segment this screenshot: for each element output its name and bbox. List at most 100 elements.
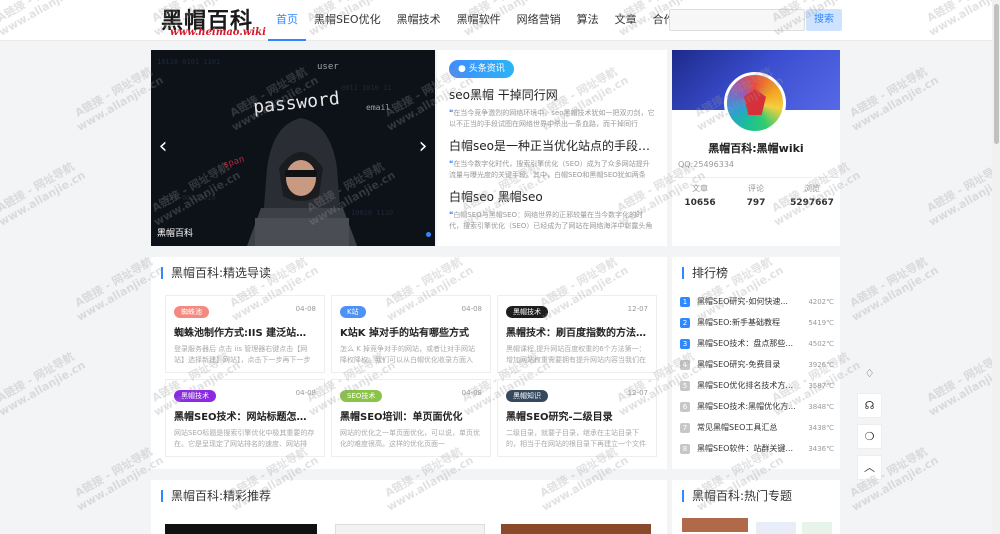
nav-item-tech[interactable]: 黑帽技术 xyxy=(389,0,449,41)
avatar[interactable] xyxy=(724,72,786,134)
svg-text:1101 0011 010: 1101 0011 010 xyxy=(161,194,216,202)
ranking-title: 排行榜 xyxy=(682,267,728,279)
svg-text:10110 0101 1101: 10110 0101 1101 xyxy=(157,58,220,66)
card-tag[interactable]: 蜘蛛池 xyxy=(174,306,209,318)
scrollbar-thumb[interactable] xyxy=(994,4,999,144)
divider xyxy=(672,177,840,178)
page-scrollbar[interactable] xyxy=(992,0,1000,534)
slider-word-email: email xyxy=(366,103,390,112)
rank-title[interactable]: 黑帽SEO技术:黑帽优化方... xyxy=(697,400,800,414)
card-title[interactable]: 黑帽SEO培训：单页面优化 xyxy=(340,408,482,423)
headline-badge-label: 头条资讯 xyxy=(468,64,505,74)
rank-title[interactable]: 黑帽SEO技术：盘点那些... xyxy=(697,337,800,351)
rank-title[interactable]: 黑帽SEO研究-如何快速... xyxy=(697,295,800,309)
ranking-item[interactable]: 7 常见黑帽SEO工具汇总 3438℃ xyxy=(680,421,836,435)
recommend-section: 黑帽百科:精彩推荐 xyxy=(151,480,667,534)
card-desc: 登录服务器后 点击 iis 管理器右键点击【网站】选择新建】网站】，点击下一步再… xyxy=(174,345,311,364)
nav-item-seo[interactable]: 黑帽SEO优化 xyxy=(306,0,389,41)
rank-number: 2 xyxy=(680,318,690,328)
watermark-line: www.allanjie.cn xyxy=(926,358,992,419)
rank-title[interactable]: 黑帽SEO:新手基础教程 xyxy=(697,316,800,330)
lightbulb-icon[interactable]: ♢ xyxy=(857,362,882,387)
headline-desc: ❝白帽SEO与黑帽SEO：网络世界的正邪较量在当今数字化的时代，搜索引擎优化（S… xyxy=(449,209,655,231)
featured-card[interactable]: 黑帽技术 04-08 黑帽SEO技术：网站标题怎么... 网站SEO标题是搜索引… xyxy=(165,379,325,457)
headset-icon[interactable]: ☊ xyxy=(857,393,882,418)
nav-item-algorithm[interactable]: 算法 xyxy=(569,0,607,41)
featured-card[interactable]: K站 04-08 K站K 掉对手的站有哪些方式 怎么 K 掉竞争对手的网站，或者… xyxy=(331,295,491,373)
ranking-item[interactable]: 3 黑帽SEO技术：盘点那些... 4502℃ xyxy=(680,337,836,351)
featured-card[interactable]: 黑帽技术 12-07 黑帽技术：刷百度指数的方法提... 黑帽课程,提升网站百度… xyxy=(497,295,657,373)
card-tag[interactable]: 黑帽技术 xyxy=(174,390,216,402)
headline-desc-text: 在当今竞争激烈的网络环境中，seo黑帽技术犹如一把双刃剑，它以不正当的手段试图在… xyxy=(449,109,655,128)
site-header: 黑帽百科 www.heimao.wiki 首页 黑帽SEO优化 黑帽技术 黑帽软… xyxy=(0,0,992,41)
slider-prev-button[interactable]: ‹ xyxy=(154,133,172,163)
headline-title[interactable]: 白帽seo 黑帽seo xyxy=(449,188,655,205)
headline-title[interactable]: seo黑帽 干掉同行网 xyxy=(449,86,655,103)
rank-title[interactable]: 黑帽SEO优化排名技术方... xyxy=(697,379,800,393)
featured-card[interactable]: 蜘蛛池 04-08 蜘蛛池制作方式:IIS 建泛站群编... 登录服务器后 点击… xyxy=(165,295,325,373)
featured-card[interactable]: 黑帽知识 12-07 黑帽SEO研究-二级目录 二级目录，就要子目录，继承在主站… xyxy=(497,379,657,457)
rank-title[interactable]: 黑帽SEO软件：站群关键... xyxy=(697,442,800,456)
rank-title[interactable]: 黑帽SEO研究-免费目录 xyxy=(697,358,800,372)
float-toolbar: ♢ ☊ ❍ ︿ xyxy=(857,362,883,486)
nav-item-marketing[interactable]: 网络营销 xyxy=(509,0,569,41)
svg-text:0011 1010 11: 0011 1010 11 xyxy=(341,84,392,92)
stat-value: 797 xyxy=(746,198,766,208)
headline-title[interactable]: 白帽seo是一种正当优化站点的手段（... xyxy=(449,137,655,154)
recommend-thumb[interactable] xyxy=(165,524,317,534)
hero-slider[interactable]: 10110 0101 1101 0011 1010 11 1101 0011 01… xyxy=(151,50,435,246)
back-to-top-icon[interactable]: ︿ xyxy=(857,455,882,480)
ranking-item[interactable]: 5 黑帽SEO优化排名技术方... 3587℃ xyxy=(680,379,836,393)
card-tag[interactable]: K站 xyxy=(340,306,366,318)
search-button[interactable]: 搜索 xyxy=(806,9,842,31)
ranking-item[interactable]: 6 黑帽SEO技术:黑帽优化方... 3848℃ xyxy=(680,400,836,414)
card-title[interactable]: 黑帽SEO技术：网站标题怎么... xyxy=(174,408,316,423)
stat-value: 5297667 xyxy=(790,198,834,208)
rank-number: 4 xyxy=(680,360,690,370)
site-logo[interactable]: 黑帽百科 www.heimao.wiki xyxy=(157,3,266,39)
nav-item-home[interactable]: 首页 xyxy=(268,0,306,41)
rank-title[interactable]: 常见黑帽SEO工具汇总 xyxy=(697,421,800,435)
recommend-thumb[interactable] xyxy=(501,524,651,534)
card-title[interactable]: 黑帽技术：刷百度指数的方法提... xyxy=(506,324,648,339)
watermark-line: www.allanjie.cn xyxy=(849,263,941,324)
rank-heat: 5419℃ xyxy=(808,319,834,327)
search-input[interactable] xyxy=(669,9,805,31)
headline-panel: ● 头条资讯 seo黑帽 干掉同行网 ❝在当今竞争激烈的网络环境中，seo黑帽技… xyxy=(437,50,667,246)
featured-card[interactable]: SEO技术 04-08 黑帽SEO培训：单页面优化 网站的优化之一单页面优化，可… xyxy=(331,379,491,457)
nav-item-software[interactable]: 黑帽软件 xyxy=(449,0,509,41)
card-title[interactable]: 黑帽SEO研究-二级目录 xyxy=(506,408,648,423)
ranking-item[interactable]: 1 黑帽SEO研究-如何快速... 4202℃ xyxy=(680,295,836,309)
headline-item[interactable]: seo黑帽 干掉同行网 ❝在当今竞争激烈的网络环境中，seo黑帽技术犹如一把双刃… xyxy=(449,86,655,129)
topic-thumb[interactable] xyxy=(756,522,796,534)
wechat-icon[interactable]: ❍ xyxy=(857,424,882,449)
ranking-section: 排行榜 1 黑帽SEO研究-如何快速... 4202℃ 2 黑帽SEO:新手基础教程 54… xyxy=(672,257,840,469)
card-date: 04-08 xyxy=(461,305,482,313)
card-title[interactable]: K站K 掉对手的站有哪些方式 xyxy=(340,324,482,339)
card-tag[interactable]: 黑帽知识 xyxy=(506,390,548,402)
stat-label: 评论 xyxy=(748,184,764,193)
ranking-item[interactable]: 2 黑帽SEO:新手基础教程 5419℃ xyxy=(680,316,836,330)
card-tag[interactable]: SEO技术 xyxy=(340,390,383,402)
ranking-item[interactable]: 4 黑帽SEO研究-免费目录 3926℃ xyxy=(680,358,836,372)
headline-item[interactable]: 白帽seo是一种正当优化站点的手段（... ❝在当今数字化时代，搜索引擎优化（S… xyxy=(449,137,655,180)
svg-text:10010 1110: 10010 1110 xyxy=(351,209,393,217)
slider-indicator[interactable] xyxy=(426,232,431,237)
ranking-item[interactable]: 8 黑帽SEO软件：站群关键... 3436℃ xyxy=(680,442,836,456)
headline-item[interactable]: 白帽seo 黑帽seo ❝白帽SEO与黑帽SEO：网络世界的正邪较量在当今数字化… xyxy=(449,188,655,231)
nav-item-articles[interactable]: 文章 xyxy=(607,0,645,41)
watermark-line: A链接 - 网址导航 xyxy=(72,255,155,310)
card-tag[interactable]: 黑帽技术 xyxy=(506,306,548,318)
stat-articles: 文章 10656 xyxy=(672,183,728,208)
topic-thumb[interactable] xyxy=(682,518,748,532)
watermark-line: www.allanjie.cn xyxy=(0,358,88,419)
slider-next-button[interactable]: › xyxy=(414,133,432,163)
topic-thumb[interactable] xyxy=(802,522,832,534)
rank-heat: 3848℃ xyxy=(808,403,834,411)
watermark-line: A链接 - 网址导航 xyxy=(72,445,155,500)
card-title[interactable]: 蜘蛛池制作方式:IIS 建泛站群编... xyxy=(174,324,316,339)
recommend-thumb[interactable] xyxy=(335,524,485,534)
card-desc: 黑帽课程,提升网站百度权重的6个方法第一：增加网站权重需要拥有提升网站内容当我们… xyxy=(506,345,646,364)
headline-desc-text: 白帽SEO与黑帽SEO：网络世界的正邪较量在当今数字化的时代，搜索引擎优化（SE… xyxy=(449,211,653,230)
headline-desc: ❝在当今数字化时代，搜索引擎优化（SEO）成为了众多网站提升流量与曝光度的关键手… xyxy=(449,158,655,180)
